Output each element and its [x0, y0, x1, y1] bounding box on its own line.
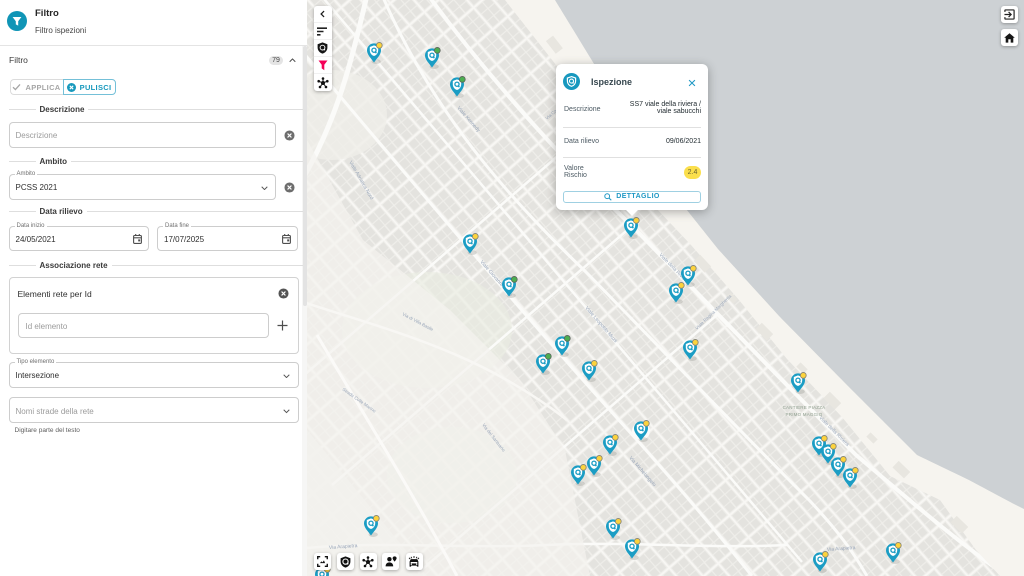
svg-text:PRIMO MAGGIO: PRIMO MAGGIO	[786, 412, 823, 417]
svg-text:CANTIERE PIAZZA: CANTIERE PIAZZA	[783, 405, 826, 410]
